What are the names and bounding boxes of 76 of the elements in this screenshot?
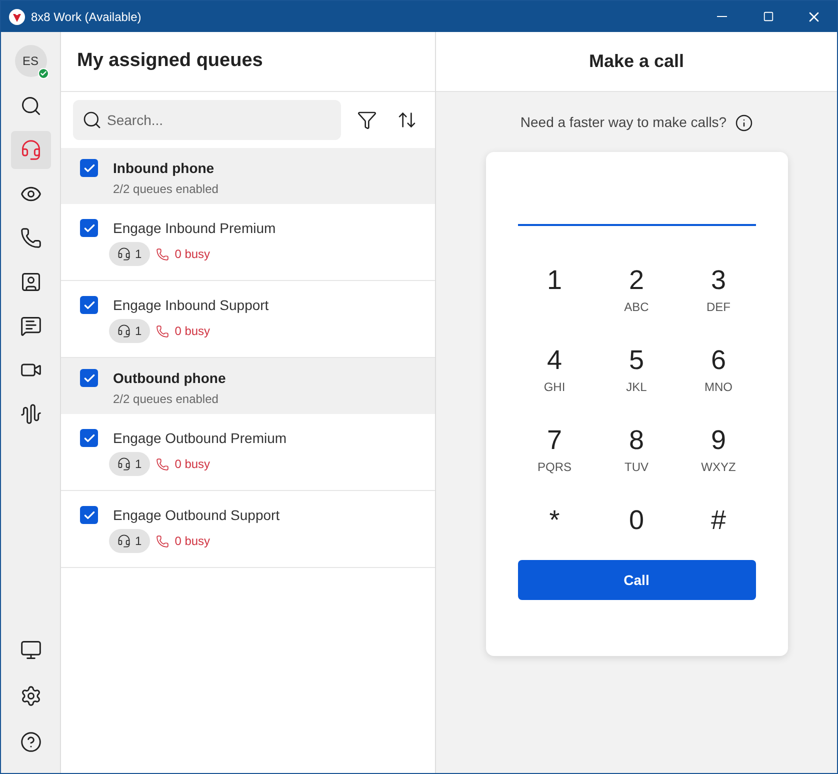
- search-icon: [20, 95, 42, 117]
- check-icon: [82, 162, 96, 174]
- queue-name: Engage Outbound Premium: [113, 429, 287, 447]
- dialpad-key[interactable]: 9 WXYZ: [678, 424, 760, 478]
- monitor-icon: [20, 639, 42, 661]
- agent-count: 1: [135, 323, 142, 340]
- checkbox[interactable]: [80, 296, 98, 314]
- avatar[interactable]: ES: [14, 45, 46, 77]
- checkbox[interactable]: [80, 429, 98, 447]
- dialpad-key[interactable]: 6 MNO: [678, 344, 760, 398]
- panel-title: Make a call: [588, 50, 684, 73]
- busy-count: 0 busy: [174, 533, 210, 550]
- headset-icon: [117, 457, 131, 471]
- panel-title: My assigned queues: [77, 49, 263, 74]
- queue-row[interactable]: Engage Inbound Premium 1 0 busy: [61, 204, 435, 281]
- help-icon: [20, 731, 42, 753]
- hint-text: Need a faster way to make calls?: [520, 113, 727, 132]
- busy-count: 0 busy: [174, 246, 210, 263]
- dialpad-key[interactable]: 7 PQRS: [514, 424, 596, 478]
- checkbox[interactable]: [80, 159, 98, 177]
- settings-icon: [20, 685, 42, 707]
- agent-count: 1: [135, 246, 142, 263]
- dialpad-key[interactable]: 8 TUV: [596, 424, 678, 478]
- search-field[interactable]: Search...: [73, 100, 341, 140]
- dialpad-key[interactable]: #: [678, 504, 760, 558]
- check-icon: [82, 298, 96, 312]
- queue-row[interactable]: Engage Outbound Premium 1 0 busy: [61, 414, 435, 491]
- check-icon: [82, 222, 96, 234]
- check-icon: [82, 432, 96, 444]
- queue-name: Engage Inbound Premium: [113, 219, 276, 237]
- checkbox[interactable]: [80, 219, 98, 237]
- call-button[interactable]: Call: [518, 560, 756, 600]
- dialpad-key[interactable]: 2 ABC: [596, 264, 678, 318]
- queue-group-row[interactable]: Outbound phone 2/2 queues enabled: [61, 358, 435, 414]
- filter-icon: [357, 110, 377, 130]
- dialpad-key[interactable]: *: [514, 504, 596, 558]
- busy-count: 0 busy: [174, 456, 210, 473]
- dialpad-key[interactable]: 1: [514, 264, 596, 318]
- chat-icon: [20, 315, 42, 337]
- phone-icon: [20, 227, 42, 249]
- headset-icon: [117, 247, 131, 261]
- dialpad-key[interactable]: 4 GHI: [514, 344, 596, 398]
- check-icon: [82, 372, 96, 384]
- maximize-icon: [762, 11, 774, 22]
- agent-count: 1: [135, 533, 142, 550]
- window-title: 8x8 Work (Available): [31, 8, 142, 26]
- contact-card-icon: [20, 271, 42, 293]
- checkbox[interactable]: [80, 506, 98, 524]
- logo-icon: [9, 8, 25, 24]
- queue-name: Engage Inbound Support: [113, 296, 269, 314]
- group-name: Inbound phone: [113, 159, 216, 177]
- agent-count: 1: [135, 456, 142, 473]
- dialpad-key[interactable]: 3 DEF: [678, 264, 760, 318]
- waveform-icon: [20, 403, 42, 425]
- phone-icon: [156, 324, 169, 338]
- phone-icon: [156, 458, 169, 470]
- queue-row[interactable]: Engage Outbound Support 1 0 busy: [61, 491, 435, 568]
- check-icon: [82, 508, 96, 522]
- group-subtitle: 2/2 queues enabled: [113, 391, 220, 408]
- phone-icon: [156, 534, 169, 548]
- phone-icon: [156, 248, 169, 260]
- group-subtitle: 2/2 queues enabled: [113, 181, 218, 198]
- headset-icon: [20, 139, 42, 161]
- group-name: Outbound phone: [113, 369, 226, 387]
- minimize-icon: [717, 16, 727, 17]
- queue-name: Engage Outbound Support: [113, 506, 280, 524]
- dialpad-key[interactable]: 0: [596, 504, 678, 558]
- dialpad-key[interactable]: 5 JKL: [596, 344, 678, 398]
- sort-icon: [397, 110, 417, 130]
- headset-icon: [117, 324, 131, 338]
- headset-icon: [117, 534, 131, 548]
- checkbox[interactable]: [80, 369, 98, 387]
- busy-count: 0 busy: [174, 323, 210, 340]
- queue-group-row[interactable]: Inbound phone 2/2 queues enabled: [61, 148, 435, 204]
- search-icon: [82, 110, 102, 130]
- info-icon[interactable]: [734, 114, 753, 132]
